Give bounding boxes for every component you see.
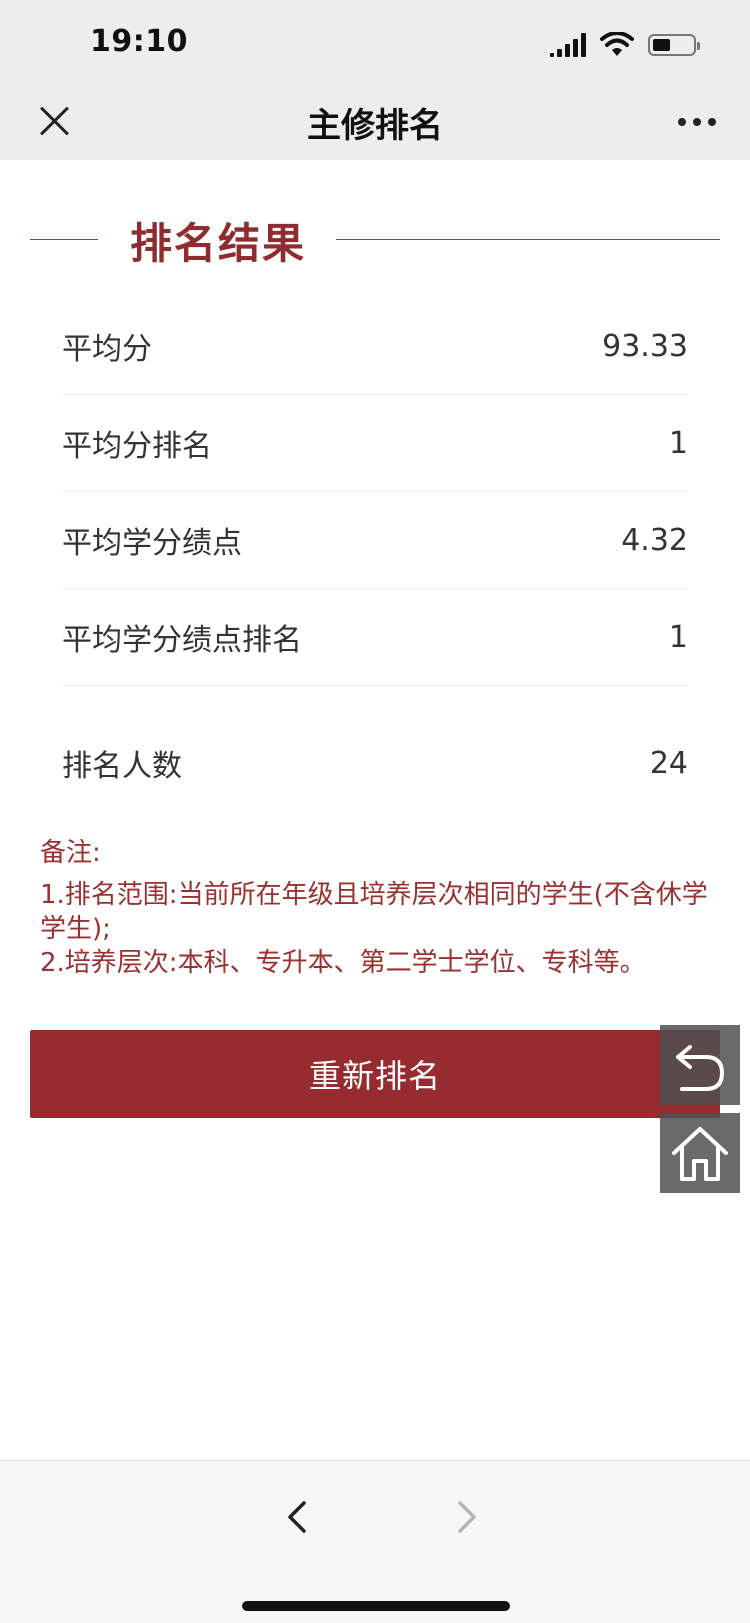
status-bar: 19:10 [0,0,750,84]
bottom-nav-bar [0,1460,750,1623]
result-value: 1 [668,619,688,655]
title-divider-left [30,239,98,240]
remarks-line-1: 1.排名范围:当前所在年级且培养层次相同的学生(不含休学学生); [40,880,708,944]
result-label: 排名人数 [62,749,182,784]
chevron-left-icon[interactable] [278,1497,318,1537]
section-header: 排名结果 [30,210,720,270]
title-divider-right [336,239,720,240]
section-title: 排名结果 [130,219,307,268]
result-row-average-score-rank: 平均分排名 1 [62,395,688,492]
result-value: 4.32 [621,522,688,558]
result-label: 平均分排名 [62,429,212,464]
result-row-gpa-rank: 平均学分绩点排名 1 [62,589,688,686]
remarks-line-2: 2.培养层次:本科、专升本、第二学士学位、专科等。 [40,948,646,978]
remarks-title: 备注: [40,838,101,868]
home-icon[interactable] [660,1113,740,1193]
page-title: 主修排名 [307,106,443,146]
result-value: 24 [649,745,688,781]
result-value: 1 [668,425,688,461]
status-time: 19:10 [90,24,188,59]
result-row-average-score: 平均分 93.33 [62,298,688,395]
remarks: 备注: 1.排名范围:当前所在年级且培养层次相同的学生(不含休学学生); 2.培… [40,836,720,980]
status-icons [550,30,700,60]
cellular-signal-icon [550,33,586,57]
result-label: 平均学分绩点 [62,526,242,561]
more-icon[interactable] [678,118,716,126]
home-indicator [242,1601,510,1611]
chevron-right-icon [458,1501,476,1533]
nav-bar: 主修排名 [0,84,750,160]
result-list: 平均分 93.33 平均分排名 1 平均学分绩点 4.32 平均学分绩点排名 1… [62,298,688,822]
rerank-button[interactable]: 重新排名 [30,1030,720,1118]
back-icon[interactable] [660,1025,740,1105]
result-row-ranked-count: 排名人数 24 [62,686,688,822]
result-value: 93.33 [602,328,688,364]
battery-icon [648,34,700,56]
result-label: 平均分 [62,332,152,367]
wifi-icon [600,32,634,56]
result-row-gpa: 平均学分绩点 4.32 [62,492,688,589]
result-label: 平均学分绩点排名 [62,623,302,658]
